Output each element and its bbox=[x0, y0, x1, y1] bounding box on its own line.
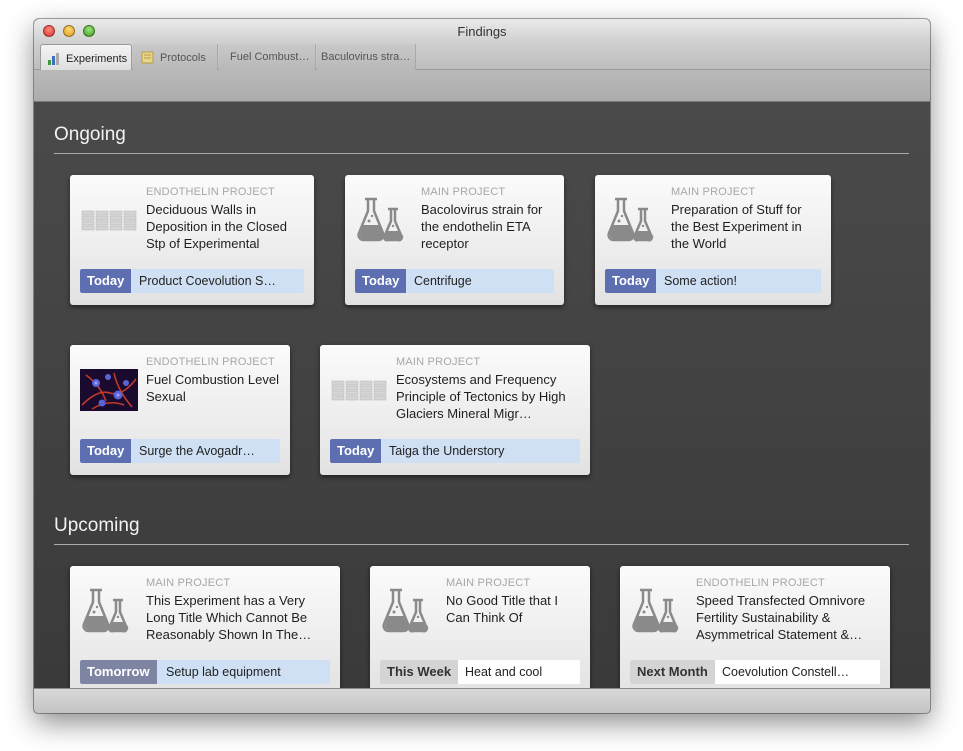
table-icon bbox=[330, 365, 388, 415]
section-divider bbox=[54, 544, 909, 545]
due-badge: Today bbox=[80, 439, 132, 463]
due-badge: Today bbox=[330, 439, 382, 463]
experiment-title: Speed Transfected Omnivore Fertility Sus… bbox=[696, 593, 866, 642]
experiment-card[interactable]: MAIN PROJECT Preparation of Stuff for th… bbox=[595, 175, 831, 305]
next-task: Centrifuge bbox=[414, 274, 472, 288]
findings-window: Findings Experiments Protocols Fuel Comb… bbox=[34, 19, 930, 713]
section-title-ongoing: Ongoing bbox=[54, 124, 126, 145]
next-task: Setup lab equipment bbox=[166, 665, 281, 679]
next-task-bar[interactable]: Today Centrifuge bbox=[355, 269, 554, 293]
flask-icon bbox=[605, 195, 663, 245]
project-name: MAIN PROJECT bbox=[396, 356, 481, 368]
project-name: MAIN PROJECT bbox=[421, 186, 506, 198]
experiment-card[interactable]: MAIN PROJECT Ecosystems and Frequency Pr… bbox=[320, 345, 590, 475]
next-task-bar[interactable]: Today Surge the Avogadr… bbox=[80, 439, 280, 463]
due-badge: Today bbox=[605, 269, 657, 293]
microscopy-image bbox=[80, 365, 138, 415]
project-name: ENDOTHELIN PROJECT bbox=[146, 356, 275, 368]
flask-icon bbox=[80, 586, 138, 636]
next-task: Coevolution Constell… bbox=[722, 665, 850, 679]
next-task: Some action! bbox=[664, 274, 737, 288]
section-divider bbox=[54, 153, 909, 154]
due-badge: This Week bbox=[380, 660, 459, 684]
tab-bar: Experiments Protocols Fuel Combust… Bacu… bbox=[34, 43, 930, 70]
flask-icon bbox=[630, 586, 688, 636]
tab-label: Baculovirus stra… bbox=[321, 51, 411, 63]
tab-experiments[interactable]: Experiments bbox=[40, 44, 132, 70]
next-task-bar[interactable]: Today Product Coevolution S… bbox=[80, 269, 304, 293]
next-task: Product Coevolution S… bbox=[139, 274, 276, 288]
project-name: MAIN PROJECT bbox=[671, 186, 756, 198]
experiments-view: Ongoing Upcoming ENDOTHELIN PROJECT Deci… bbox=[34, 102, 930, 688]
flask-icon bbox=[355, 195, 413, 245]
due-badge: Next Month bbox=[630, 660, 715, 684]
experiment-card[interactable]: MAIN PROJECT No Good Title that I Can Th… bbox=[370, 566, 590, 688]
window-title: Findings bbox=[457, 24, 507, 39]
next-task: Taiga the Understory bbox=[389, 444, 505, 458]
experiment-title: No Good Title that I Can Think Of bbox=[446, 593, 559, 625]
tab-baculovirus[interactable]: Baculovirus stra… bbox=[317, 44, 416, 70]
project-name: ENDOTHELIN PROJECT bbox=[146, 186, 275, 198]
experiment-title: Deciduous Walls in Deposition in the Clo… bbox=[146, 202, 287, 251]
experiment-card[interactable]: MAIN PROJECT Bacolovirus strain for the … bbox=[345, 175, 564, 305]
project-name: ENDOTHELIN PROJECT bbox=[696, 577, 825, 589]
experiment-card[interactable]: MAIN PROJECT This Experiment has a Very … bbox=[70, 566, 340, 688]
flask-icon bbox=[380, 586, 438, 636]
next-task-bar[interactable]: Today Some action! bbox=[605, 269, 821, 293]
next-task-bar[interactable]: Today Taiga the Understory bbox=[330, 439, 580, 463]
experiment-card[interactable]: ENDOTHELIN PROJECT Fuel Combustion Level… bbox=[70, 345, 290, 475]
project-name: MAIN PROJECT bbox=[446, 577, 531, 589]
experiment-title: Bacolovirus strain for the endothelin ET… bbox=[421, 202, 543, 251]
experiment-card[interactable]: ENDOTHELIN PROJECT Deciduous Walls in De… bbox=[70, 175, 314, 305]
experiment-card[interactable]: ENDOTHELIN PROJECT Speed Transfected Omn… bbox=[620, 566, 890, 688]
due-badge: Tomorrow bbox=[80, 660, 157, 684]
next-task-bar[interactable]: Tomorrow Setup lab equipment bbox=[80, 660, 330, 684]
tab-label: Experiments bbox=[66, 53, 128, 65]
next-task: Heat and cool bbox=[465, 665, 543, 679]
status-bar bbox=[34, 688, 930, 713]
due-badge: Today bbox=[355, 269, 407, 293]
experiment-title: Ecosystems and Frequency Principle of Te… bbox=[396, 372, 566, 421]
next-task-bar[interactable]: Next Month Coevolution Constell… bbox=[630, 660, 880, 684]
tab-label: Protocols bbox=[160, 52, 206, 64]
table-icon bbox=[80, 195, 138, 245]
next-task-bar[interactable]: This Week Heat and cool bbox=[380, 660, 580, 684]
project-name: MAIN PROJECT bbox=[146, 577, 231, 589]
tab-fuel-combustion[interactable]: Fuel Combust… bbox=[219, 44, 316, 70]
section-title-upcoming: Upcoming bbox=[54, 515, 140, 536]
title-bar: Findings bbox=[34, 19, 930, 43]
tab-label: Fuel Combust… bbox=[230, 51, 310, 63]
next-task: Surge the Avogadr… bbox=[139, 444, 255, 458]
experiments-icon bbox=[47, 52, 61, 65]
experiment-title: Preparation of Stuff for the Best Experi… bbox=[671, 202, 802, 251]
due-badge: Today bbox=[80, 269, 132, 293]
experiment-title: Fuel Combustion Level Sexual bbox=[146, 372, 279, 404]
tab-protocols[interactable]: Protocols bbox=[133, 44, 218, 70]
experiment-title: This Experiment has a Very Long Title Wh… bbox=[146, 593, 312, 642]
protocols-icon bbox=[141, 51, 155, 64]
toolbar bbox=[34, 70, 930, 102]
